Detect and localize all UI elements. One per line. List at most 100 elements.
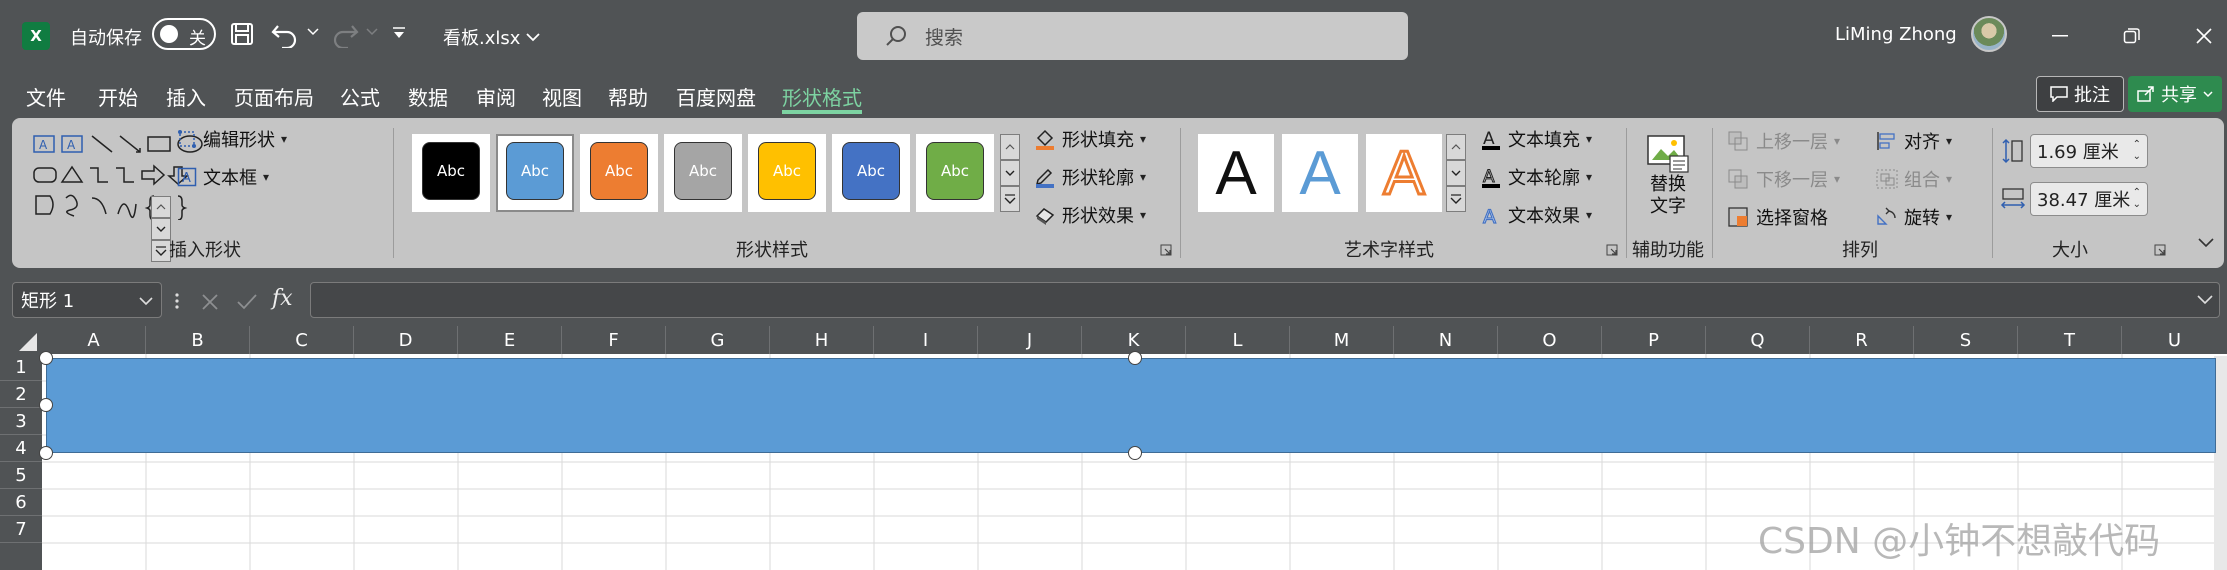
collapse-ribbon-icon[interactable] — [2198, 238, 2214, 248]
selection-pane-button[interactable]: 选择窗格 — [1728, 204, 1828, 230]
row-header-3[interactable]: 3 — [0, 408, 42, 435]
column-header-q[interactable]: Q — [1706, 326, 1810, 354]
shape-effects-button[interactable]: 形状效果 ▾ — [1034, 202, 1146, 228]
shapes-gallery-more[interactable] — [151, 240, 171, 262]
user-name[interactable]: LiMing Zhong — [1835, 24, 1957, 45]
column-header-o[interactable]: O — [1498, 326, 1602, 354]
minimize-button[interactable] — [2040, 20, 2080, 52]
restore-button[interactable] — [2112, 20, 2152, 52]
tab-review[interactable]: 审阅 — [476, 82, 516, 114]
column-header-t[interactable]: T — [2018, 326, 2122, 354]
tab-home[interactable]: 开始 — [98, 82, 138, 114]
dialog-launcher-icon[interactable] — [1160, 244, 1172, 256]
row-header-2[interactable]: 2 — [0, 381, 42, 408]
text-box-button[interactable]: A 文本框 ▾ — [177, 164, 269, 190]
resize-handle-bottom-left[interactable] — [39, 446, 53, 460]
column-header-p[interactable]: P — [1602, 326, 1706, 354]
tab-file[interactable]: 文件 — [26, 82, 66, 114]
column-header-r[interactable]: R — [1810, 326, 1914, 354]
resize-handle-left[interactable] — [39, 398, 53, 412]
dialog-launcher-icon[interactable] — [2154, 244, 2166, 256]
spinner-icon[interactable]: ⌃ ⌄ — [2133, 187, 2141, 211]
customize-toolbar-icon[interactable] — [391, 26, 407, 40]
undo-icon[interactable] — [270, 20, 300, 48]
row-header-7[interactable]: 7 — [0, 516, 42, 543]
alt-text-button[interactable]: 替换 文字 — [1640, 134, 1696, 218]
undo-dropdown-icon[interactable] — [307, 28, 319, 36]
row-header-6[interactable]: 6 — [0, 489, 42, 516]
row-header-5[interactable]: 5 — [0, 462, 42, 489]
bring-forward-button[interactable]: 上移一层 ▾ — [1728, 128, 1840, 154]
more-options-icon[interactable] — [174, 292, 180, 310]
expand-formula-icon[interactable] — [2197, 295, 2213, 305]
tab-page-layout[interactable]: 页面布局 — [234, 82, 314, 114]
column-header-g[interactable]: G — [666, 326, 770, 354]
wordart-style-blue[interactable]: A — [1282, 134, 1358, 212]
shape-height-input[interactable]: 1.69 厘米 ⌃ ⌄ — [2030, 134, 2148, 168]
column-header-m[interactable]: M — [1290, 326, 1394, 354]
column-header-f[interactable]: F — [562, 326, 666, 354]
insert-function-button[interactable]: fx — [272, 286, 293, 311]
text-outline-button[interactable]: A 文本轮廓 ▾ — [1480, 164, 1592, 190]
tab-help[interactable]: 帮助 — [608, 82, 648, 114]
resize-handle-bottom[interactable] — [1128, 446, 1142, 460]
group-objects-button[interactable]: 组合 ▾ — [1876, 166, 1952, 192]
resize-handle-top-left[interactable] — [39, 351, 53, 365]
column-header-a[interactable]: A — [42, 326, 146, 354]
tab-shape-format[interactable]: 形状格式 — [782, 82, 862, 114]
column-header-e[interactable]: E — [458, 326, 562, 354]
name-box[interactable]: 矩形 1 — [12, 282, 162, 318]
tab-view[interactable]: 视图 — [542, 82, 582, 114]
tab-insert[interactable]: 插入 — [166, 82, 206, 114]
search-box[interactable]: 搜索 — [857, 12, 1408, 60]
edit-shape-button[interactable]: 编辑形状 ▾ — [177, 126, 287, 152]
spinner-icon[interactable]: ⌃ ⌄ — [2133, 139, 2141, 163]
wordart-gallery-more[interactable] — [1446, 186, 1466, 212]
column-header-n[interactable]: N — [1394, 326, 1498, 354]
column-header-b[interactable]: B — [146, 326, 250, 354]
styles-gallery-more[interactable] — [1000, 186, 1020, 212]
resize-handle-top[interactable] — [1128, 351, 1142, 365]
send-backward-button[interactable]: 下移一层 ▾ — [1728, 166, 1840, 192]
styles-scroll-down[interactable] — [1000, 160, 1020, 186]
column-header-i[interactable]: I — [874, 326, 978, 354]
row-header-4[interactable]: 4 — [0, 435, 42, 462]
column-header-s[interactable]: S — [1914, 326, 2018, 354]
formula-input[interactable] — [310, 282, 2220, 318]
rotate-button[interactable]: 旋转 ▾ — [1876, 204, 1952, 230]
column-header-l[interactable]: L — [1186, 326, 1290, 354]
column-header-c[interactable]: C — [250, 326, 354, 354]
column-header-k[interactable]: K — [1082, 326, 1186, 354]
shape-width-input[interactable]: 38.47 厘米 ⌃ ⌄ — [2030, 182, 2148, 216]
autosave-toggle[interactable]: 关 — [152, 18, 216, 50]
tab-formulas[interactable]: 公式 — [340, 82, 380, 114]
column-header-u[interactable]: U — [2122, 326, 2227, 354]
column-header-j[interactable]: J — [978, 326, 1082, 354]
avatar[interactable] — [1971, 16, 2007, 52]
wordart-style-black[interactable]: A — [1198, 134, 1274, 212]
wordart-scroll-up[interactable] — [1446, 134, 1466, 160]
align-button[interactable]: 对齐 ▾ — [1876, 128, 1952, 154]
select-all-icon[interactable] — [18, 332, 38, 352]
comments-button[interactable]: 批注 — [2036, 76, 2124, 112]
column-header-d[interactable]: D — [354, 326, 458, 354]
dialog-launcher-icon[interactable] — [1606, 244, 1618, 256]
wordart-scroll-down[interactable] — [1446, 160, 1466, 186]
row-header-1[interactable]: 1 — [0, 354, 42, 381]
close-button[interactable] — [2184, 20, 2224, 52]
rectangle-shape[interactable] — [46, 358, 2216, 453]
tab-data[interactable]: 数据 — [408, 82, 448, 114]
shape-outline-button[interactable]: 形状轮廓 ▾ — [1034, 164, 1146, 190]
text-effects-button[interactable]: A 文本效果 ▾ — [1480, 202, 1592, 228]
shapes-scroll-down[interactable] — [151, 218, 171, 240]
share-button[interactable]: 共享 — [2128, 76, 2222, 112]
save-icon[interactable] — [230, 22, 254, 46]
text-fill-button[interactable]: A 文本填充 ▾ — [1480, 126, 1592, 152]
shape-fill-button[interactable]: 形状填充 ▾ — [1034, 126, 1146, 152]
styles-scroll-up[interactable] — [1000, 134, 1020, 160]
file-name-dropdown[interactable]: 看板.xlsx — [443, 24, 541, 50]
wordart-style-orange-outline[interactable]: A — [1366, 134, 1442, 212]
shapes-scroll-up[interactable] — [151, 196, 171, 218]
tab-baidu-netdisk[interactable]: 百度网盘 — [676, 82, 756, 114]
column-header-h[interactable]: H — [770, 326, 874, 354]
